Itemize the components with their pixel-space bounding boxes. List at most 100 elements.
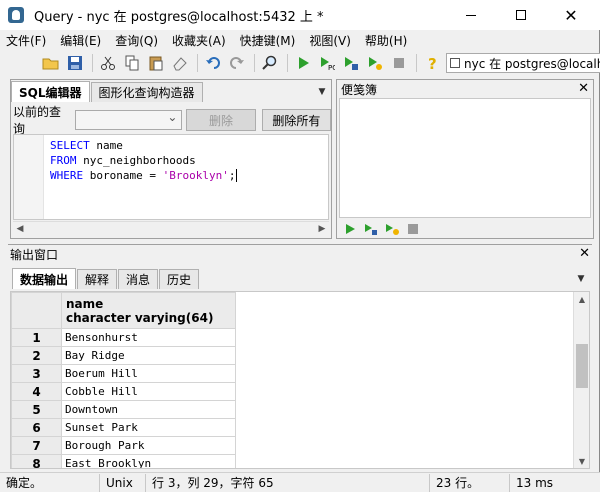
results-grid: name character varying(64) 1 Bensonhurst … [10, 291, 590, 469]
stop-icon [394, 58, 404, 68]
cancel-query-button[interactable] [388, 52, 410, 74]
delete-button[interactable]: 删除 [186, 109, 256, 131]
menu-bar: 文件(F) 编辑(E) 查询(Q) 收藏夹(A) 快捷键(M) 视图(V) 帮助… [0, 30, 600, 50]
code-text: name [89, 139, 123, 152]
table-row: 8 East Brooklyn [11, 454, 236, 468]
scroll-up-icon[interactable]: ▲ [574, 292, 589, 306]
tab-sql-editor[interactable]: SQL编辑器 [11, 81, 90, 102]
table-cell[interactable]: Downtown [61, 400, 236, 419]
scratchpad-run-button[interactable] [341, 221, 359, 237]
scroll-left-icon[interactable]: ◀ [13, 222, 27, 236]
panel-menu-icon[interactable]: ▼ [315, 85, 329, 99]
header-row: name character varying(64) [11, 292, 236, 329]
copy-icon [125, 55, 139, 71]
results-table: name character varying(64) 1 Bensonhurst … [11, 292, 236, 468]
execute-pgscript-button[interactable]: PG [316, 52, 338, 74]
scroll-down-icon[interactable]: ▼ [574, 454, 589, 468]
table-cell[interactable]: Bay Ridge [61, 346, 236, 365]
previous-queries-label: 以前的查询 [13, 105, 62, 136]
open-file-button[interactable] [40, 52, 62, 74]
table-row: 5 Downtown [11, 400, 236, 419]
copy-button[interactable] [121, 52, 143, 74]
window-title: Query - nyc 在 postgres@localhost:5432 上 … [34, 9, 324, 25]
table-row: 2 Bay Ridge [11, 346, 236, 365]
previous-queries-select[interactable] [74, 110, 183, 130]
scratchpad-stop-button[interactable] [404, 221, 422, 237]
row-number[interactable]: 3 [11, 364, 62, 383]
output-panel: 输出窗口 ✕ 数据输出 解释 消息 历史 ▼ name character va… [8, 244, 592, 470]
scissors-icon [101, 56, 115, 70]
pgadmin-query-window: Query - nyc 在 postgres@localhost:5432 上 … [0, 0, 600, 492]
scratchpad-close-icon[interactable]: ✕ [578, 81, 589, 96]
stop-icon [408, 224, 418, 234]
menu-query[interactable]: 查询(Q) [115, 32, 158, 49]
menu-edit[interactable]: 编辑(E) [60, 32, 101, 49]
delete-all-button[interactable]: 删除所有 [261, 109, 331, 131]
execute-to-file-button[interactable] [340, 52, 362, 74]
sql-code: SELECT name FROM nyc_neighborhoods WHERE b… [50, 138, 238, 183]
play-icon [346, 224, 355, 234]
tab-messages[interactable]: 消息 [118, 269, 159, 289]
close-button[interactable]: ✕ [548, 0, 594, 30]
menu-file[interactable]: 文件(F) [6, 32, 46, 49]
connection-checkbox[interactable] [450, 58, 460, 68]
tab-graphical-query-builder[interactable]: 图形化查询构造器 [90, 82, 203, 102]
row-number[interactable]: 8 [11, 454, 62, 468]
status-state: 确定。 [0, 473, 100, 492]
row-number[interactable]: 1 [11, 328, 62, 347]
editor-horizontal-scrollbar[interactable]: ◀ ▶ [13, 221, 329, 235]
output-tabs: 数据输出 解释 消息 历史 [12, 267, 200, 289]
scratchpad-textarea[interactable] [339, 98, 591, 218]
row-number[interactable]: 2 [11, 346, 62, 365]
table-cell[interactable]: Sunset Park [61, 418, 236, 437]
minimize-button[interactable] [448, 0, 494, 30]
table-cell[interactable]: East Brooklyn [61, 454, 236, 468]
paste-button[interactable] [145, 52, 167, 74]
table-cell[interactable]: Boerum Hill [61, 364, 236, 383]
help-button[interactable]: ? [421, 52, 443, 74]
sql-editor[interactable]: SELECT name FROM nyc_neighborhoods WHERE b… [13, 134, 329, 220]
row-number[interactable]: 5 [11, 400, 62, 419]
menu-help[interactable]: 帮助(H) [365, 32, 407, 49]
keyword: SELECT [50, 139, 90, 152]
connection-select[interactable]: nyc 在 postgres@localhost:5432 [446, 53, 600, 73]
output-menu-icon[interactable]: ▼ [574, 272, 588, 286]
table-cell[interactable]: Borough Park [61, 436, 236, 455]
table-cell[interactable]: Bensonhurst [61, 328, 236, 347]
save-button[interactable] [64, 52, 86, 74]
scratchpad-header: 便笺簿 ✕ [337, 80, 593, 98]
menu-macros[interactable]: 快捷键(M) [240, 32, 296, 49]
scroll-right-icon[interactable]: ▶ [315, 222, 329, 236]
results-vertical-scrollbar[interactable]: ▲ ▼ [573, 292, 589, 468]
cut-button[interactable] [97, 52, 119, 74]
scratchpad-explain-button[interactable] [383, 221, 401, 237]
undo-button[interactable] [202, 52, 224, 74]
clear-button[interactable] [169, 52, 191, 74]
scratchpad-run-script-button[interactable] [362, 221, 380, 237]
grid-corner[interactable] [11, 292, 62, 329]
toolbar-separator [287, 54, 288, 72]
output-close-icon[interactable]: ✕ [579, 246, 590, 261]
tab-history[interactable]: 历史 [159, 269, 200, 289]
code-text: boroname = [83, 169, 163, 182]
menu-view[interactable]: 视图(V) [309, 32, 351, 49]
menu-favourites[interactable]: 收藏夹(A) [172, 32, 226, 49]
maximize-button[interactable] [498, 0, 544, 30]
redo-button[interactable] [226, 52, 248, 74]
table-cell[interactable]: Cobble Hill [61, 382, 236, 401]
tab-data-output[interactable]: 数据输出 [12, 268, 77, 289]
toolbar-separator [92, 54, 93, 72]
column-header-name[interactable]: name character varying(64) [61, 292, 236, 329]
tab-explain[interactable]: 解释 [77, 269, 118, 289]
row-number[interactable]: 7 [11, 436, 62, 455]
execute-button[interactable] [292, 52, 314, 74]
explain-button[interactable] [364, 52, 386, 74]
find-button[interactable] [259, 52, 281, 74]
column-name: name [66, 296, 104, 311]
scratchpad-panel: 便笺簿 ✕ [336, 79, 594, 239]
scrollbar-thumb[interactable] [576, 344, 588, 388]
row-number[interactable]: 6 [11, 418, 62, 437]
status-encoding: Unix [100, 473, 146, 492]
row-number[interactable]: 4 [11, 382, 62, 401]
output-title: 输出窗口 [10, 247, 59, 262]
